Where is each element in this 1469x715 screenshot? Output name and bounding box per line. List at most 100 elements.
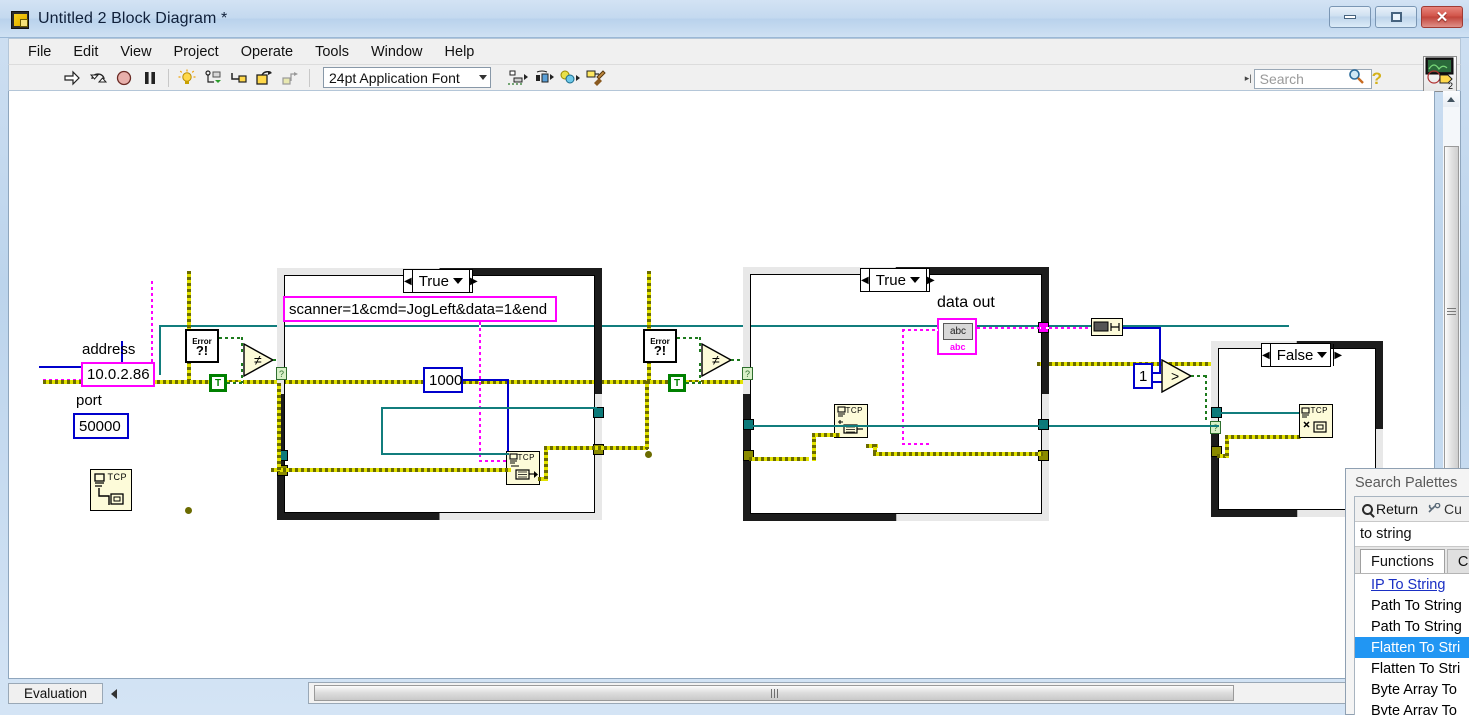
customize-button[interactable]: Cu <box>1425 500 1465 518</box>
chevron-down-icon[interactable] <box>910 277 920 283</box>
step-out-icon[interactable] <box>280 67 302 89</box>
tab-controls[interactable]: Con <box>1446 549 1469 573</box>
tab-functions[interactable]: Functions <box>1360 549 1445 573</box>
case-next-icon[interactable]: ▶ <box>1333 344 1342 366</box>
list-item[interactable]: IP To String <box>1355 574 1469 595</box>
maximize-button[interactable] <box>1375 6 1417 28</box>
scroll-left-arrow-icon[interactable] <box>106 683 122 704</box>
menu-tools[interactable]: Tools <box>304 41 360 63</box>
address-control[interactable]: 10.0.2.86 <box>81 362 155 387</box>
labview-block-diagram-window: Untitled 2 Block Diagram * ✕ File Edit V… <box>0 0 1469 715</box>
evaluation-tab[interactable]: Evaluation <box>8 683 103 704</box>
case-selector-close[interactable]: ◀ False ▶ <box>1261 343 1342 367</box>
case-prev-icon[interactable]: ◀ <box>1262 344 1271 366</box>
font-selector[interactable]: 24pt Application Font <box>323 67 491 88</box>
wire-error-branch-up-2 <box>647 271 651 383</box>
palette-tabs: Functions Con <box>1355 547 1469 573</box>
context-help-question-icon[interactable]: ? <box>1372 69 1382 89</box>
case-prev-icon[interactable]: ◀ <box>861 269 870 291</box>
step-over-icon[interactable] <box>254 67 276 89</box>
command-string-constant[interactable]: scanner=1&cmd=JogLeft&data=1&end <box>283 296 557 322</box>
true-constant-2-value: T <box>673 377 681 389</box>
vertical-scroll-thumb[interactable] <box>1444 146 1459 476</box>
tcp-open-connection[interactable]: TCP <box>90 469 132 511</box>
case-selector-tunnel-3: ? <box>1210 421 1221 434</box>
horizontal-scroll-thumb[interactable] <box>314 685 1234 701</box>
search-expand-icon[interactable]: ▸| <box>1245 73 1252 84</box>
bytes-constant[interactable]: 1 <box>1133 363 1153 389</box>
search-placeholder: Search <box>1259 70 1304 87</box>
magnifier-icon[interactable] <box>1348 68 1364 89</box>
maximize-icon <box>1390 12 1402 22</box>
distribute-objects-icon[interactable] <box>533 67 555 89</box>
true-constant-1-value: T <box>214 377 222 389</box>
search-area: ▸| Search ? <box>1245 68 1382 89</box>
context-help-window-icon[interactable]: 2 <box>1423 56 1457 92</box>
menu-operate[interactable]: Operate <box>230 41 304 63</box>
wire-length-out-h <box>1123 327 1161 329</box>
return-button[interactable]: Return <box>1359 500 1421 518</box>
labview-block-diagram-icon <box>11 11 29 29</box>
error-cluster-unbundle-1[interactable]: Error ?! <box>185 329 219 363</box>
list-item[interactable]: Byte Array To <box>1355 700 1469 715</box>
tcp-write[interactable]: TCP <box>506 451 540 485</box>
menu-project[interactable]: Project <box>163 41 230 63</box>
status-bar: Evaluation <box>8 681 1461 706</box>
tcp-close-connection[interactable]: TCP <box>1299 404 1333 438</box>
font-selector-value: 24pt Application Font <box>329 69 460 86</box>
retain-wire-values-icon[interactable] <box>202 67 224 89</box>
highlight-execution-icon[interactable] <box>176 67 198 89</box>
scroll-up-arrow-icon[interactable] <box>1443 91 1459 107</box>
not-equal-node-2[interactable]: ≠ <box>701 342 733 382</box>
list-item[interactable]: Flatten To Stri <box>1355 658 1469 679</box>
string-length[interactable] <box>1091 318 1123 336</box>
align-objects-icon[interactable] <box>507 67 529 89</box>
search-palettes-panel[interactable]: Search Palettes Return Cu to string Func… <box>1345 468 1469 715</box>
case-prev-icon[interactable]: ◀ <box>404 270 413 292</box>
menu-edit[interactable]: Edit <box>62 41 109 63</box>
step-into-icon[interactable] <box>228 67 250 89</box>
wire-tcp-write-in <box>381 453 509 455</box>
data-out-indicator[interactable]: abc abc <box>937 318 977 355</box>
case-selector-write[interactable]: ◀ True ▶ <box>403 269 478 293</box>
chevron-down-icon[interactable] <box>1317 352 1328 358</box>
true-constant-1[interactable]: T <box>209 374 227 392</box>
abort-execution-icon[interactable] <box>113 67 135 89</box>
list-item[interactable]: Path To String <box>1355 616 1469 637</box>
timeout-constant[interactable]: 1000 <box>423 367 463 393</box>
palette-toolbar: Return Cu <box>1355 497 1469 522</box>
case-next-icon[interactable]: ▶ <box>926 269 935 291</box>
port-control[interactable]: 50000 <box>73 413 129 439</box>
palette-search-input[interactable]: to string <box>1355 522 1469 547</box>
chevron-down-icon[interactable] <box>453 278 463 284</box>
list-item[interactable]: Byte Array To <box>1355 679 1469 700</box>
menu-view[interactable]: View <box>109 41 162 63</box>
minimize-button[interactable] <box>1329 6 1371 28</box>
wrench-icon <box>1428 502 1441 515</box>
customize-label: Cu <box>1444 501 1462 517</box>
case-selector-read[interactable]: ◀ True ▶ <box>860 268 935 292</box>
menu-file[interactable]: File <box>17 41 62 63</box>
not-equal-node-1[interactable]: ≠ <box>243 342 275 382</box>
evaluation-label: Evaluation <box>23 686 88 701</box>
list-item[interactable]: Flatten To Stri <box>1355 637 1469 658</box>
close-button[interactable]: ✕ <box>1421 6 1463 28</box>
clean-up-diagram-icon[interactable] <box>585 67 607 89</box>
error-cluster-unbundle-2[interactable]: Error ?! <box>643 329 677 363</box>
reorder-icon[interactable] <box>559 67 581 89</box>
return-label: Return <box>1376 501 1419 517</box>
true-constant-2[interactable]: T <box>668 374 686 392</box>
menu-window[interactable]: Window <box>360 41 434 63</box>
data-out-abc-badge: abc <box>950 342 966 352</box>
horizontal-scrollbar[interactable] <box>308 682 1443 704</box>
greater-than-node[interactable]: > <box>1161 358 1193 398</box>
run-continuously-icon[interactable] <box>87 67 109 89</box>
list-item[interactable]: Path To String <box>1355 595 1469 616</box>
case-structure-read[interactable] <box>743 267 1049 521</box>
menu-help[interactable]: Help <box>434 41 486 63</box>
run-arrow-icon[interactable] <box>61 67 83 89</box>
case-next-icon[interactable]: ▶ <box>469 270 478 292</box>
pause-icon[interactable] <box>139 67 161 89</box>
wire-error-branch-up-1 <box>187 271 191 383</box>
block-diagram-canvas[interactable]: address 10.0.2.86 port 50000 TCP Error ?… <box>8 91 1435 679</box>
